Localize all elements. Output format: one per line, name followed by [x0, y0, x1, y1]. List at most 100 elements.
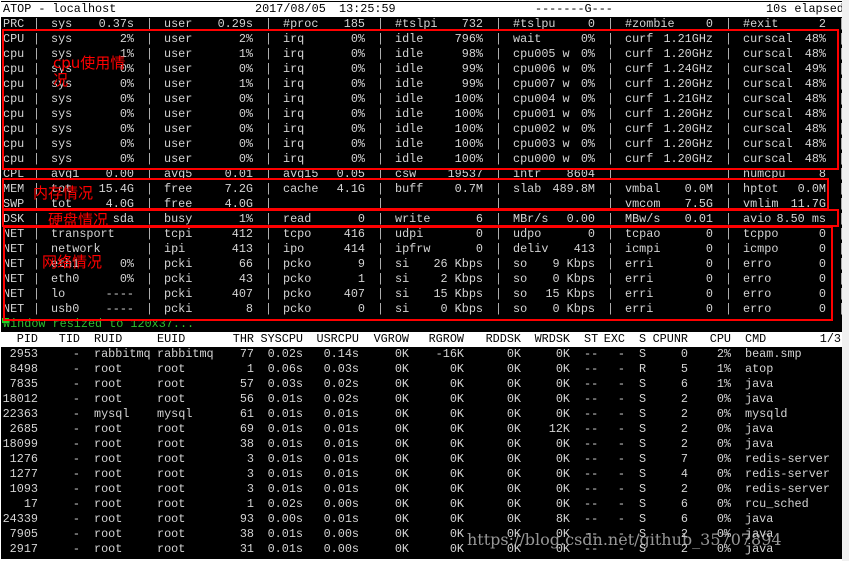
table-row[interactable]: 17- root root 1 0.02s 0.00s 0K 0K 0K 0K -- - S 6 0% rcu…: [1, 497, 842, 512]
cell-syscpu: 0.01s: [267, 482, 303, 496]
table-row[interactable]: 1276- root root 3 0.01s 0.01s 0K 0K 0K 0K -- - S 7 0% r…: [1, 452, 842, 467]
stat-value: 0: [818, 272, 826, 286]
separator: |: [607, 107, 615, 121]
table-row[interactable]: 24339- root root 93 0.00s 0.01s 0K 0K 0K 8K -- - S 6 0…: [1, 512, 842, 527]
stat-value: 15 Kbps: [433, 287, 483, 301]
separator: |: [265, 197, 273, 211]
scrollbar[interactable]: [842, 0, 849, 561]
stat-field: #zombie 0: [625, 17, 713, 32]
cell-cpunr: 5: [680, 362, 688, 376]
system-row: cpu | | | | | | | | sys 0% user 0% irq 0% idle 100% cpu00…: [1, 137, 842, 152]
table-row[interactable]: 1093- root root 3 0.01s 0.01s 0K 0K 0K 0K -- - S 2 0% r…: [1, 482, 842, 497]
cell-cmd: mysqld: [745, 407, 788, 421]
stat-value: 489.8M: [552, 182, 595, 196]
separator: |: [607, 167, 615, 181]
row-label: NET: [3, 242, 25, 256]
stat-field: curscal 48%: [743, 32, 826, 47]
separator: |: [265, 77, 273, 91]
stat-name: MBw/s: [625, 212, 661, 226]
cell-cpunr: 6: [680, 512, 688, 526]
stat-name: idle: [395, 77, 424, 91]
page-indicator: 1/3: [819, 332, 841, 346]
stat-field: curscal 48%: [743, 107, 826, 122]
stat-value: 0%: [350, 152, 365, 166]
stat-name: sys: [51, 17, 73, 31]
stat-name: read: [283, 212, 312, 226]
stat-value: 1.20GHz: [663, 122, 713, 136]
stat-name: curf: [625, 77, 654, 91]
stat-name: irq: [283, 137, 305, 151]
cell-usrcpu: 0.14s: [323, 347, 359, 361]
stat-value: 7.5G: [684, 197, 713, 211]
cell-rddsk: 0K: [506, 512, 521, 526]
separator: |: [265, 92, 273, 106]
cell-thr: 3: [246, 452, 254, 466]
separator: |: [146, 47, 154, 61]
stat-value: 0.00: [105, 167, 134, 181]
stat-name: erro: [743, 257, 772, 271]
cell-tid: -: [72, 422, 80, 436]
stat-field: curf 1.20GHz: [625, 137, 713, 152]
table-row[interactable]: 18012- root root 56 0.01s 0.02s 0K 0K 0K 0K -- - S 2 0…: [1, 392, 842, 407]
cell-cpu: 0%: [716, 392, 731, 406]
cell-s: S: [639, 512, 647, 526]
system-row: cpu | | | | | | | | sys 0% user 0% irq 0% idle 100% cpu00…: [1, 92, 842, 107]
stat-name: sys: [51, 122, 73, 136]
cell-st: --: [584, 452, 599, 466]
cell-syscpu: 0.01s: [267, 437, 303, 451]
stat-field: curf 1.20GHz: [625, 122, 713, 137]
stat-value: 1%: [238, 47, 253, 61]
stat-name: sys: [51, 107, 73, 121]
stat-value: 1%: [238, 77, 253, 91]
stat-name: user: [164, 62, 193, 76]
cell-usrcpu: 0.01s: [323, 467, 359, 481]
stat-value: 416: [343, 227, 365, 241]
stat-name: si: [395, 257, 410, 271]
separator: |: [495, 287, 503, 301]
stat-field: user 0%: [164, 122, 253, 137]
separator: |: [146, 107, 154, 121]
table-row[interactable]: 18099- root root 38 0.01s 0.01s 0K 0K 0K 0K -- - S 2 0…: [1, 437, 842, 452]
cell-s: R: [639, 362, 647, 376]
stat-value: 0%: [119, 272, 134, 286]
stat-value: 0%: [350, 137, 365, 151]
table-row[interactable]: 22363- mysql mysql 61 0.01s 0.01s 0K 0K 0K 0K -- - S…: [1, 407, 842, 422]
table-row[interactable]: 1277- root root 3 0.01s 0.01s 0K 0K 0K 0K -- - S 4 0% r…: [1, 467, 842, 482]
stat-value: 0.0M: [797, 182, 826, 196]
stat-value: 9: [357, 257, 365, 271]
table-row[interactable]: 2685- root root 69 0.01s 0.01s 0K 0K 0K 12K -- - S 2 0…: [1, 422, 842, 437]
cell-vgrow: 0K: [394, 392, 409, 406]
stat-field: slab 489.8M: [513, 182, 595, 197]
stat-value: 7.2G: [224, 182, 253, 196]
stat-name: cpu004 w: [513, 92, 570, 106]
separator: |: [495, 17, 503, 31]
separator: |: [607, 302, 615, 316]
separator: |: [146, 227, 154, 241]
stat-value: 66: [238, 257, 253, 271]
system-row: PRC | | | | | | | | sys 0.37s user 0.29s #proc 185 #tsl…: [1, 17, 842, 32]
stat-name: cpu003 w: [513, 137, 570, 151]
stat-name: curscal: [743, 152, 793, 166]
stat-value: 1%: [238, 212, 253, 226]
cell-cmd: java: [745, 437, 774, 451]
cell-s: S: [639, 437, 647, 451]
stat-value: 1.21GHz: [663, 32, 713, 46]
stat-field: eth0 0%: [51, 272, 134, 287]
separator: |: [725, 212, 733, 226]
stat-field: irq 0%: [283, 92, 365, 107]
stat-value: 0.7M: [454, 182, 483, 196]
table-row[interactable]: 2953- rabbitmq rabbitmq 77 0.02s 0.14s 0K -16K 0…: [1, 347, 842, 362]
stat-field: udpi 0: [395, 227, 483, 242]
stat-field: busy 1%: [164, 212, 253, 227]
stat-name: sys: [51, 32, 73, 46]
stat-value: 0%: [350, 77, 365, 91]
stat-field: irq 0%: [283, 152, 365, 167]
table-row[interactable]: 8498- root root 1 0.06s 0.03s 0K 0K 0K 0K -- - R 5 1% a…: [1, 362, 842, 377]
table-row[interactable]: 7835- root root 57 0.03s 0.02s 0K 0K 0K 0K -- - S 6 1%…: [1, 377, 842, 392]
stat-name: si: [395, 302, 410, 316]
cell-cpunr: 4: [680, 467, 688, 481]
stat-name: idle: [395, 137, 424, 151]
stat-name: erri: [625, 257, 654, 271]
stat-value: 0%: [238, 137, 253, 151]
system-row: CPL | | | | | | | | avg1 0.00 avg5 0.01 avg15 0.05 csw 1…: [1, 167, 842, 182]
